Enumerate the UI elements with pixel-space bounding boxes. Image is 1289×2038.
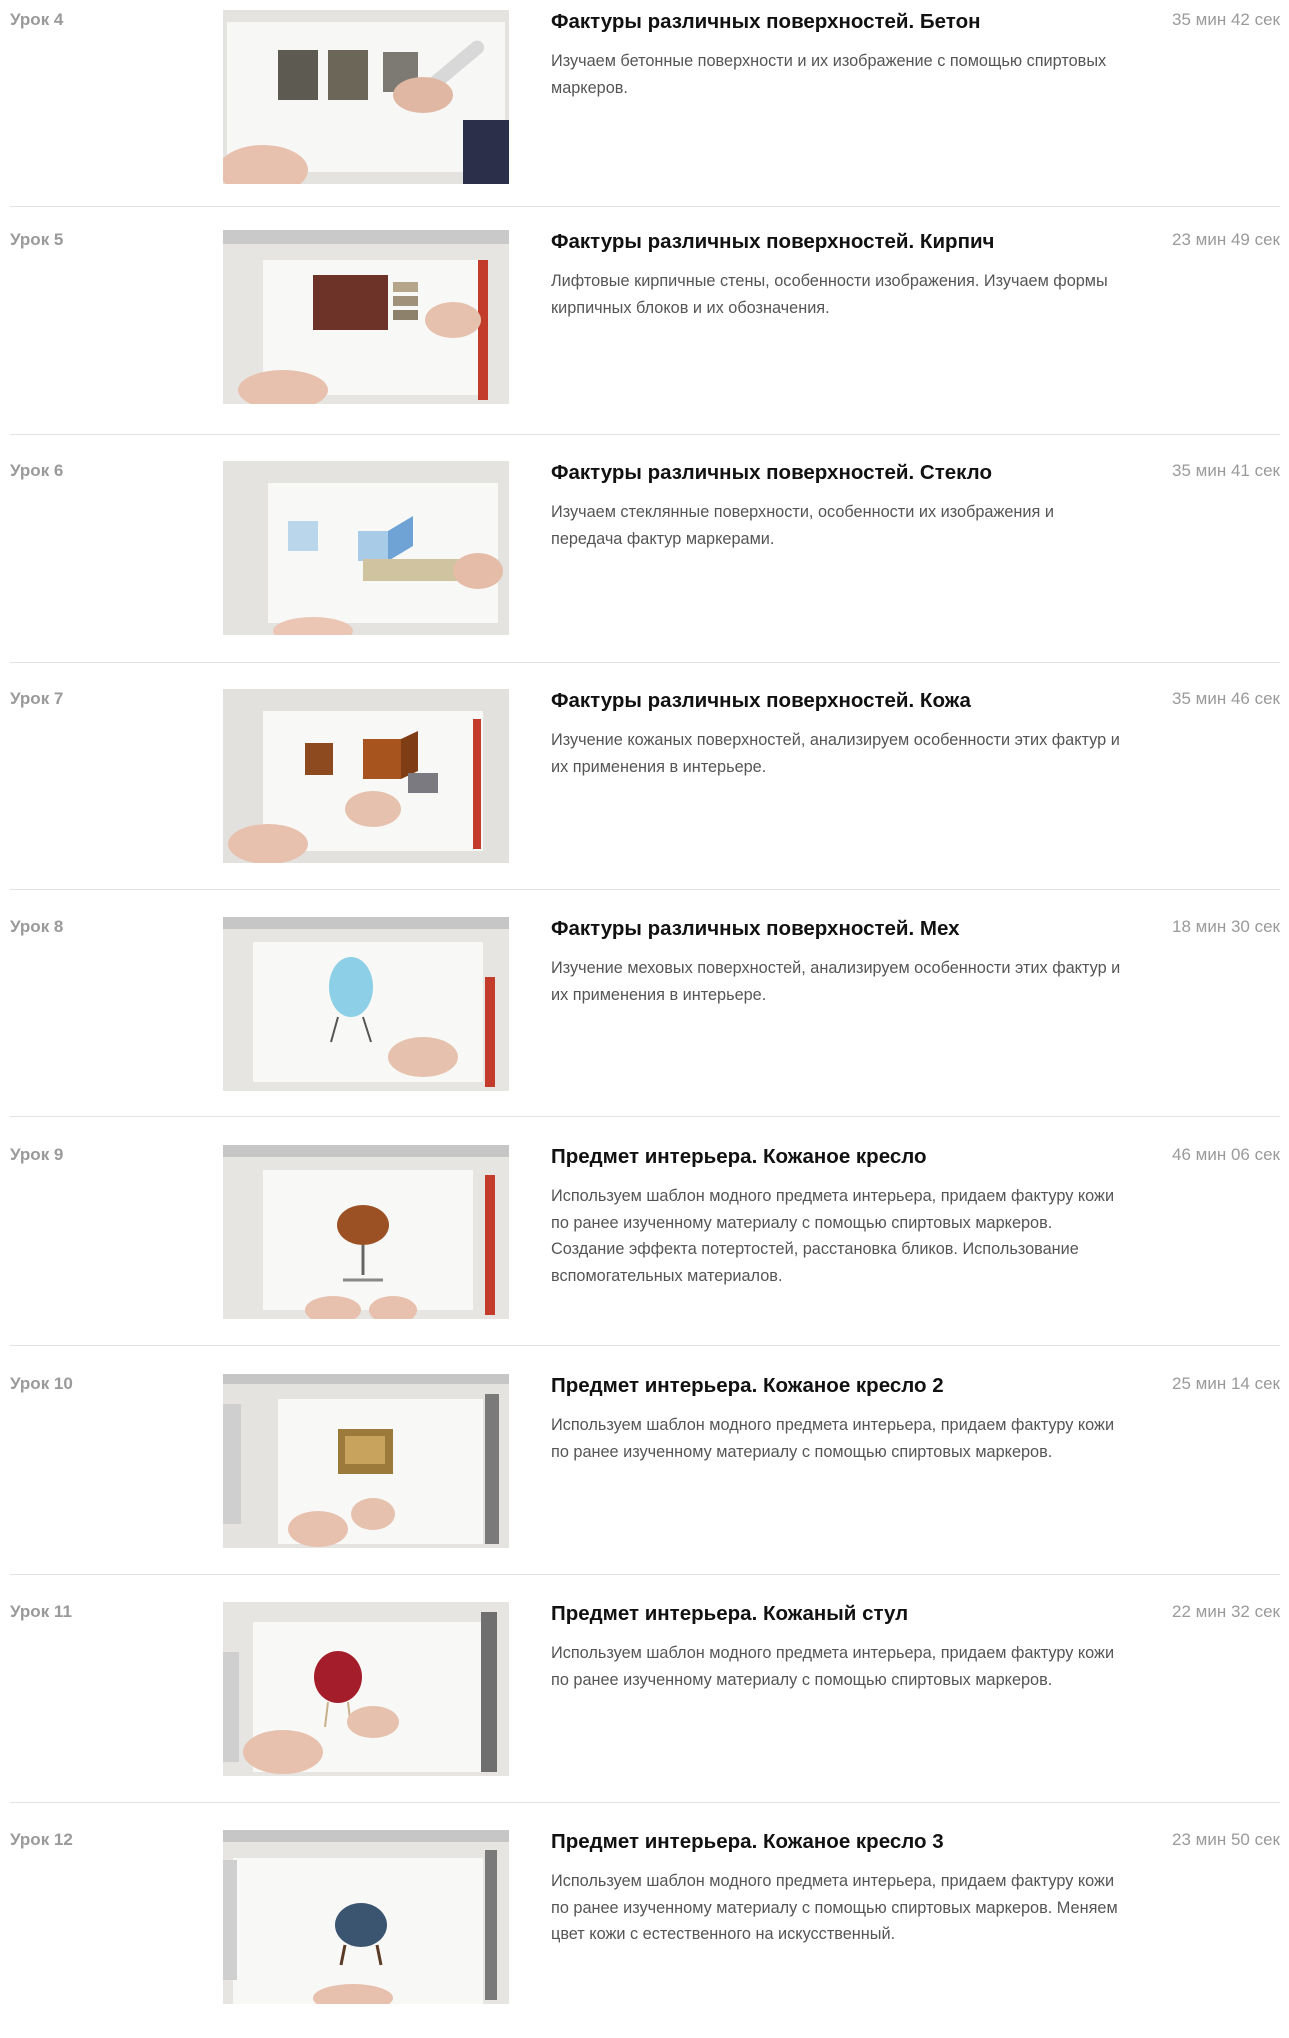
lesson-title[interactable]: Фактуры различных поверхностей. Мех xyxy=(551,917,960,941)
lesson-number: Урок 12 xyxy=(10,1830,73,1849)
lesson-thumbnail[interactable] xyxy=(223,10,509,184)
lesson-thumbnail[interactable] xyxy=(223,1145,509,1319)
lesson-title[interactable]: Предмет интерьера. Кожаное кресло 3 xyxy=(551,1830,944,1854)
lesson-thumbnail[interactable] xyxy=(223,1374,509,1548)
lesson-thumbnail[interactable] xyxy=(223,1830,509,2004)
lesson-thumbnail[interactable] xyxy=(223,230,509,404)
lesson-description: Лифтовые кирпичные стены, особенности из… xyxy=(551,272,1108,317)
divider xyxy=(10,1345,1280,1346)
lesson-description: Используем шаблон модного предмета интер… xyxy=(551,1644,1115,1689)
lesson-duration: 35 мин 46 сек xyxy=(1172,689,1280,708)
lesson-duration: 35 мин 41 сек xyxy=(1172,461,1280,480)
lesson-title[interactable]: Предмет интерьера. Кожаное кресло 2 xyxy=(551,1374,944,1398)
lesson-number: Урок 10 xyxy=(10,1374,73,1393)
lesson-number: Урок 7 xyxy=(10,689,64,708)
lesson-description: Используем шаблон модного предмета интер… xyxy=(551,1187,1115,1285)
lesson-duration: 23 мин 50 сек xyxy=(1172,1830,1280,1849)
lesson-duration: 22 мин 32 сек xyxy=(1172,1602,1280,1621)
lesson-description: Используем шаблон модного предмета интер… xyxy=(551,1416,1115,1461)
divider xyxy=(10,1574,1280,1575)
lesson-title[interactable]: Фактуры различных поверхностей. Бетон xyxy=(551,10,980,34)
divider xyxy=(10,1116,1280,1117)
lesson-duration: 18 мин 30 сек xyxy=(1172,917,1280,936)
lesson-number: Урок 6 xyxy=(10,461,64,480)
divider xyxy=(10,206,1280,207)
lesson-number: Урок 8 xyxy=(10,917,64,936)
lesson-title[interactable]: Предмет интерьера. Кожаное кресло xyxy=(551,1145,927,1169)
lesson-duration: 35 мин 42 сек xyxy=(1172,10,1280,29)
lesson-title[interactable]: Фактуры различных поверхностей. Стекло xyxy=(551,461,992,485)
lesson-title[interactable]: Фактуры различных поверхностей. Кирпич xyxy=(551,230,994,254)
lesson-number: Урок 9 xyxy=(10,1145,64,1164)
lesson-title[interactable]: Фактуры различных поверхностей. Кожа xyxy=(551,689,971,713)
lesson-description: Изучение кожаных поверхностей, анализиру… xyxy=(551,731,1120,776)
lesson-thumbnail[interactable] xyxy=(223,1602,509,1776)
lesson-thumbnail[interactable] xyxy=(223,917,509,1091)
lesson-number: Урок 5 xyxy=(10,230,64,249)
divider xyxy=(10,434,1280,435)
lesson-duration: 23 мин 49 сек xyxy=(1172,230,1280,249)
divider xyxy=(10,889,1280,890)
lesson-thumbnail[interactable] xyxy=(223,461,509,635)
lesson-number: Урок 11 xyxy=(10,1602,72,1621)
divider xyxy=(10,1802,1280,1803)
lesson-title[interactable]: Предмет интерьера. Кожаный стул xyxy=(551,1602,908,1626)
lesson-description: Изучаем стеклянные поверхности, особенно… xyxy=(551,503,1054,548)
lesson-duration: 25 мин 14 сек xyxy=(1172,1374,1280,1393)
lesson-description: Используем шаблон модного предмета интер… xyxy=(551,1872,1118,1943)
lesson-thumbnail[interactable] xyxy=(223,689,509,863)
lesson-number: Урок 4 xyxy=(10,10,64,29)
lesson-description: Изучаем бетонные поверхности и их изобра… xyxy=(551,52,1107,97)
divider xyxy=(10,662,1280,663)
lesson-duration: 46 мин 06 сек xyxy=(1172,1145,1280,1164)
lesson-description: Изучение меховых поверхностей, анализиру… xyxy=(551,959,1121,1004)
